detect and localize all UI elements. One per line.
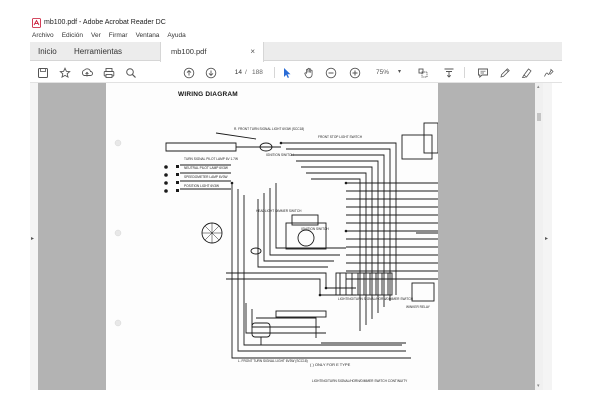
- print-icon: [103, 67, 114, 78]
- save-icon: [37, 67, 48, 78]
- sign-button[interactable]: [542, 66, 555, 79]
- menu-bar: Archivo Edición Ver Firmar Ventana Ayuda: [0, 30, 590, 41]
- menu-ver[interactable]: Ver: [91, 30, 101, 41]
- menu-archivo[interactable]: Archivo: [32, 30, 54, 41]
- label-position-light: POSITION LIGHT 6V3W: [184, 184, 220, 188]
- label-front-turn-signal: R. FRONT TURN SIGNAL LIGHT 6V3W (SCC18): [234, 127, 305, 131]
- zoom-level[interactable]: 75%: [376, 67, 389, 78]
- pdf-page: WIRING DIAGRAM R. FRONT TURN SIGNAL LIGH…: [106, 83, 438, 390]
- previous-page-button[interactable]: [182, 66, 195, 79]
- bookmark-button[interactable]: [58, 66, 71, 79]
- acrobat-app-icon: [32, 18, 41, 28]
- label-lighting-switch: LIGHTING/TURN SIGNAL/HORN/DIMMER SWITCH: [338, 297, 413, 301]
- zoom-dropdown-icon[interactable]: ▾: [398, 66, 401, 78]
- scroll-up-icon[interactable]: ▴: [537, 84, 540, 90]
- tab-document[interactable]: mb100.pdf ×: [160, 42, 264, 62]
- zoom-in-icon: [349, 67, 360, 78]
- menu-firmar[interactable]: Firmar: [109, 30, 128, 41]
- search-icon: [125, 67, 136, 78]
- scroll-mode-icon: [444, 68, 453, 78]
- sign-icon: [543, 68, 554, 77]
- vertical-scrollbar[interactable]: [535, 83, 543, 390]
- diagram-footer: LIGHTING/TURN SIGNAL/HORN/DIMMER SWITCH …: [312, 379, 408, 383]
- find-button[interactable]: [124, 66, 137, 79]
- expand-left-panel-icon[interactable]: ▸: [31, 235, 34, 242]
- tab-close-button[interactable]: ×: [250, 42, 255, 61]
- star-icon: [58, 66, 71, 78]
- crop-icon: [418, 68, 427, 77]
- page-separator: /: [245, 69, 247, 76]
- zoom-out-icon: [325, 67, 336, 78]
- zoom-out-button[interactable]: [324, 66, 337, 79]
- tab-strip: Inicio Herramientas mb100.pdf ×: [30, 42, 562, 62]
- menu-edicion[interactable]: Edición: [62, 30, 83, 41]
- scroll-down-icon[interactable]: ▾: [537, 383, 540, 389]
- page-number-input[interactable]: 14: [228, 67, 242, 78]
- label-headlight-dimmer: HEADLIGHT DIMMER SWITCH: [256, 209, 302, 213]
- diagram-legend: ( ) ONLY FOR E TYPE: [310, 362, 351, 367]
- comment-icon: [477, 68, 488, 78]
- zoom-in-button[interactable]: [348, 66, 361, 79]
- comment-button[interactable]: [476, 66, 489, 79]
- draw-button[interactable]: [498, 66, 511, 79]
- scroll-mode-button[interactable]: [442, 66, 455, 79]
- tab-document-label: mb100.pdf: [171, 47, 207, 56]
- label-ignition: IGNITION SWITCH: [266, 153, 294, 157]
- acrobat-window: mb100.pdf - Adobe Acrobat Reader DC Arch…: [0, 0, 590, 409]
- hand-tool-button[interactable]: [302, 66, 315, 79]
- pen-icon: [499, 67, 510, 78]
- next-page-button[interactable]: [204, 66, 217, 79]
- title-bar: mb100.pdf - Adobe Acrobat Reader DC: [0, 0, 590, 30]
- expand-right-panel-icon[interactable]: ▸: [545, 235, 548, 242]
- label-front-stop-switch: FRONT STOP LIGHT SWITCH: [318, 135, 363, 139]
- page-margin-left: [38, 83, 106, 390]
- toolbar-divider: [274, 67, 275, 78]
- label-turn-signal-pilot: TURN SIGNAL PILOT LAMP 6V 1.7W: [184, 157, 238, 161]
- crop-button[interactable]: [416, 66, 429, 79]
- label-speedometer: SPEEDOMETER LAMP 6V3W: [184, 175, 228, 179]
- label-ignition-switch: IGNITION SWITCH: [301, 227, 329, 231]
- toolbar: 14 / 188 75% ▾: [30, 62, 562, 83]
- page-down-icon: [205, 67, 216, 78]
- scrollbar-thumb[interactable]: [537, 113, 541, 121]
- select-tool-button[interactable]: [280, 66, 293, 79]
- print-button[interactable]: [102, 66, 115, 79]
- toolbar-divider-2: [464, 67, 465, 78]
- menu-ventana[interactable]: Ventana: [136, 30, 160, 41]
- upload-icon: [81, 67, 93, 76]
- window-title: mb100.pdf - Adobe Acrobat Reader DC: [44, 19, 166, 26]
- page-up-icon: [183, 67, 194, 78]
- save-button[interactable]: [36, 66, 49, 79]
- tab-tools[interactable]: Herramientas: [74, 42, 122, 61]
- page-total: 188: [252, 69, 263, 76]
- highlight-button[interactable]: [520, 66, 533, 79]
- menu-ayuda[interactable]: Ayuda: [167, 30, 185, 41]
- page-margin-right: [438, 83, 535, 390]
- highlight-icon: [521, 67, 532, 78]
- share-button[interactable]: [80, 66, 93, 79]
- tab-home[interactable]: Inicio: [38, 42, 57, 61]
- label-rear-turn-signal: L. FRONT TURN SIGNAL LIGHT 6V3W (SCC18): [238, 359, 308, 363]
- label-winker-relay: WINKER RELAY: [406, 305, 430, 309]
- hand-icon: [303, 67, 312, 78]
- label-neutral-pilot: NEUTRAL PILOT LAMP 6V3W: [184, 166, 228, 170]
- select-cursor-icon: [283, 67, 290, 78]
